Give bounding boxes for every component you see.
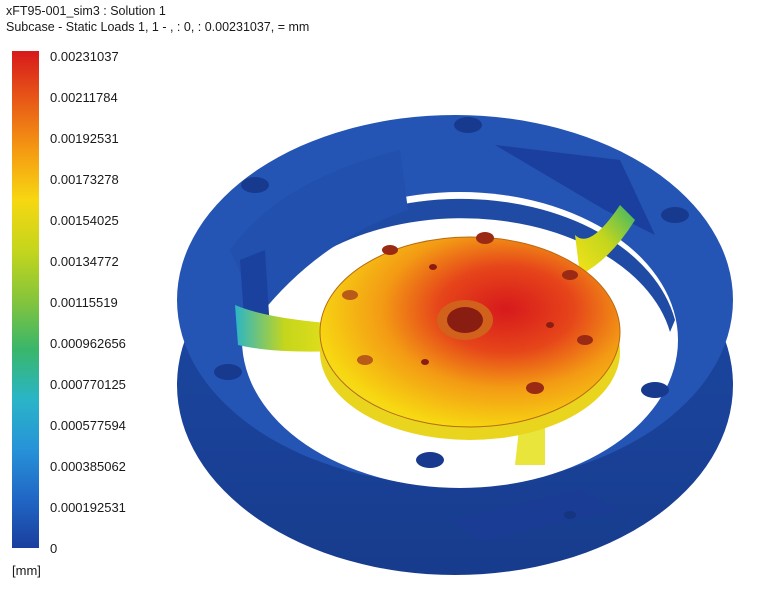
- unit-label: [mm]: [12, 563, 41, 578]
- legend-label-4: 0.00154025: [50, 213, 119, 228]
- legend-label-5: 0.00134772: [50, 254, 119, 269]
- legend-label-10: 0.000385062: [50, 459, 126, 474]
- legend-label-7: 0.000962656: [50, 336, 126, 351]
- fea-model-render[interactable]: [150, 70, 761, 596]
- solution-title: xFT95-001_sim3 : Solution 1: [6, 4, 166, 18]
- legend-label-6: 0.00115519: [50, 295, 118, 310]
- legend-label-2: 0.00192531: [50, 131, 119, 146]
- legend-label-12: 0: [50, 541, 58, 556]
- legend-label-11: 0.000192531: [50, 500, 126, 515]
- legend-label-0: 0.00231037: [50, 49, 119, 64]
- result-header: xFT95-001_sim3 : Solution 1 Subcase - St…: [6, 3, 309, 35]
- legend-label-3: 0.00173278: [50, 172, 119, 187]
- legend-label-8: 0.000770125: [50, 377, 126, 392]
- legend-label-1: 0.00211784: [50, 90, 118, 105]
- model-viewport[interactable]: [150, 70, 761, 596]
- color-legend-bar: [12, 51, 39, 548]
- legend-label-9: 0.000577594: [50, 418, 126, 433]
- subcase-line: Subcase - Static Loads 1, 1 - , : 0, : 0…: [6, 20, 310, 34]
